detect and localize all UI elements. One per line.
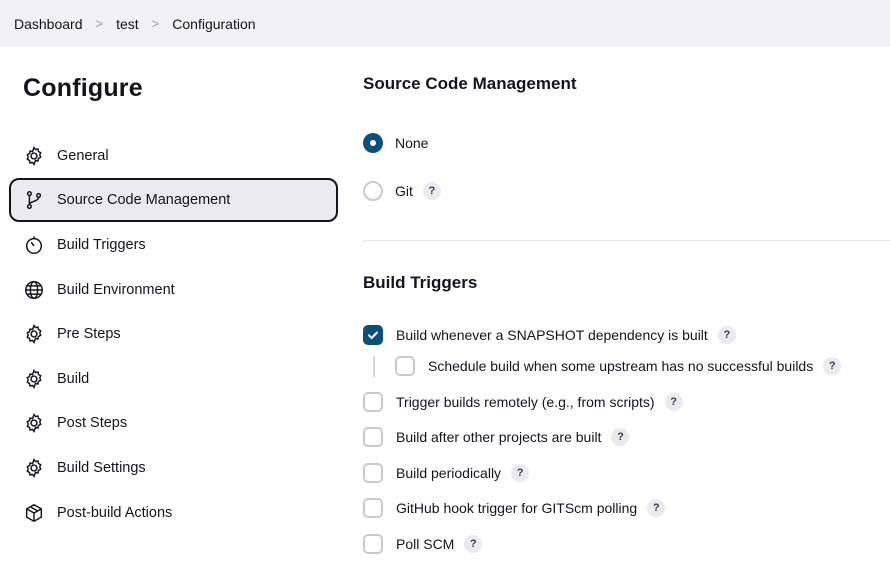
build-periodically-checkbox[interactable] xyxy=(363,463,383,483)
trigger-label: GitHub hook trigger for GITScm polling xyxy=(396,500,638,516)
help-icon[interactable]: ? xyxy=(422,182,441,200)
snapshot-dependency-checkbox[interactable] xyxy=(363,325,383,345)
sidebar-item-label: Build Environment xyxy=(57,282,175,298)
help-icon[interactable]: ? xyxy=(511,464,530,482)
sidebar-item-label: Source Code Management xyxy=(57,192,231,208)
scm-option-label: None xyxy=(395,135,429,151)
trigger-builds-remotely[interactable]: Trigger builds remotely (e.g., from scri… xyxy=(363,392,683,412)
checkmark-icon xyxy=(368,331,378,339)
poll-scm-checkbox[interactable] xyxy=(363,534,383,554)
trigger-label: Build periodically xyxy=(396,465,502,481)
breadcrumb-separator-icon: > xyxy=(151,16,160,31)
help-icon[interactable]: ? xyxy=(717,326,736,344)
sidebar-item-post-steps[interactable]: Post Steps xyxy=(9,401,338,445)
trigger-label: Poll SCM xyxy=(396,536,455,552)
trigger-github-hook[interactable]: GitHub hook trigger for GITScm polling ? xyxy=(363,498,666,518)
breadcrumb-separator-icon: > xyxy=(95,16,104,31)
timer-icon xyxy=(23,234,45,256)
scm-git-radio[interactable] xyxy=(363,181,383,201)
trigger-schedule-upstream[interactable]: Schedule build when some upstream has no… xyxy=(395,356,842,376)
build-triggers-section-title: Build Triggers xyxy=(363,273,478,292)
breadcrumb: Dashboard > test > Configuration xyxy=(0,0,890,47)
github-hook-checkbox[interactable] xyxy=(363,498,383,518)
gear-icon xyxy=(23,145,45,167)
package-icon xyxy=(23,502,45,524)
trigger-label: Build after other projects are built xyxy=(396,429,602,445)
trigger-label: Build whenever a SNAPSHOT dependency is … xyxy=(396,327,708,343)
scm-option-none[interactable]: None xyxy=(363,133,428,153)
sidebar-item-source-code-management[interactable]: Source Code Management xyxy=(9,178,338,222)
breadcrumb-test[interactable]: test xyxy=(116,16,139,32)
sidebar-item-label: Post-build Actions xyxy=(57,505,173,521)
breadcrumb-dashboard[interactable]: Dashboard xyxy=(14,16,83,32)
sidebar-item-label: General xyxy=(57,148,109,164)
trigger-build-periodically[interactable]: Build periodically ? xyxy=(363,463,530,483)
help-icon[interactable]: ? xyxy=(647,499,666,517)
sidebar-item-build-settings[interactable]: Build Settings xyxy=(9,446,338,490)
sidebar-item-label: Build Settings xyxy=(57,460,146,476)
scm-none-radio[interactable] xyxy=(363,133,383,153)
trigger-poll-scm[interactable]: Poll SCM ? xyxy=(363,534,483,554)
sidebar-item-label: Post Steps xyxy=(57,415,128,431)
sidebar-item-post-build-actions[interactable]: Post-build Actions xyxy=(9,491,338,535)
scm-option-label: Git xyxy=(395,183,413,199)
gear-icon xyxy=(23,412,45,434)
sidebar-item-pre-steps[interactable]: Pre Steps xyxy=(9,312,338,356)
page-title: Configure xyxy=(23,74,143,102)
builds-remotely-checkbox[interactable] xyxy=(363,392,383,412)
trigger-label: Trigger builds remotely (e.g., from scri… xyxy=(396,394,655,410)
sidebar-item-label: Build Triggers xyxy=(57,237,146,253)
nested-option-line xyxy=(373,356,375,377)
schedule-upstream-checkbox[interactable] xyxy=(395,356,415,376)
section-divider xyxy=(363,240,890,241)
help-icon[interactable]: ? xyxy=(823,357,842,375)
breadcrumb-configuration[interactable]: Configuration xyxy=(172,16,255,32)
gear-icon xyxy=(23,323,45,345)
trigger-snapshot-dependency[interactable]: Build whenever a SNAPSHOT dependency is … xyxy=(363,325,736,345)
help-icon[interactable]: ? xyxy=(664,393,683,411)
after-other-projects-checkbox[interactable] xyxy=(363,427,383,447)
scm-option-git[interactable]: Git ? xyxy=(363,181,441,201)
sidebar-item-build-triggers[interactable]: Build Triggers xyxy=(9,223,338,267)
sidebar-item-label: Build xyxy=(57,371,90,387)
trigger-after-other-projects[interactable]: Build after other projects are built ? xyxy=(363,427,630,447)
help-icon[interactable]: ? xyxy=(611,428,630,446)
sidebar-item-build[interactable]: Build xyxy=(9,357,338,401)
globe-icon xyxy=(23,279,45,301)
scm-section-title: Source Code Management xyxy=(363,74,577,93)
sidebar-item-label: Pre Steps xyxy=(57,326,121,342)
gear-icon xyxy=(23,457,45,479)
branch-icon xyxy=(23,189,45,211)
gear-icon xyxy=(23,368,45,390)
sidebar-item-general[interactable]: General xyxy=(9,134,338,178)
help-icon[interactable]: ? xyxy=(464,535,483,553)
sidebar-item-build-environment[interactable]: Build Environment xyxy=(9,268,338,312)
trigger-label: Schedule build when some upstream has no… xyxy=(428,358,814,374)
